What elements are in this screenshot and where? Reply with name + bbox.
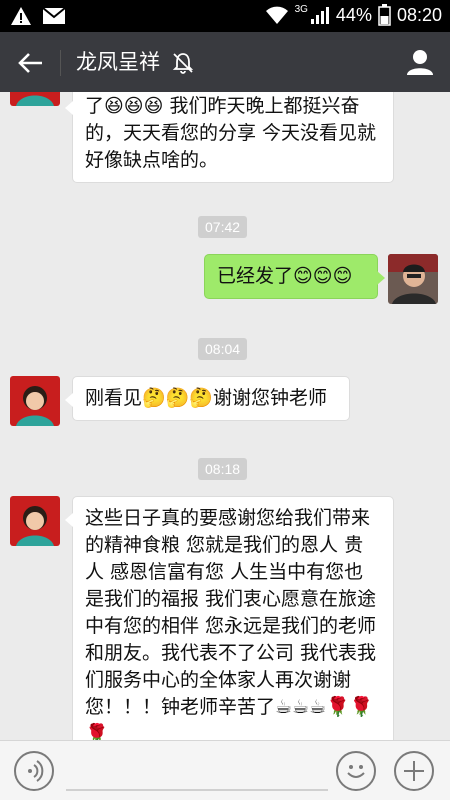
timestamp: 08:04 xyxy=(198,338,248,360)
status-bar: 3G 44% 08:20 xyxy=(0,0,450,32)
message-bubble-sent[interactable]: 已经发了😊😊😊 xyxy=(204,254,385,299)
message-bubble-received[interactable]: 刚看见🤔🤔🤔谢谢您钟老师 xyxy=(65,376,350,421)
mail-icon xyxy=(42,7,66,25)
battery-icon xyxy=(378,4,391,26)
warning-icon xyxy=(10,6,32,26)
wifi-icon xyxy=(265,5,289,25)
mute-bell-icon xyxy=(172,52,194,78)
header-divider xyxy=(60,50,61,76)
voice-icon xyxy=(28,760,44,782)
chat-title: 龙凤呈祥 xyxy=(76,50,160,74)
battery-percent: 44% xyxy=(335,4,372,25)
network-type: 3G xyxy=(294,4,308,15)
chat-header: 龙凤呈祥 xyxy=(0,32,450,92)
back-button[interactable] xyxy=(16,48,46,78)
plus-icon xyxy=(404,761,424,781)
timestamp: 08:18 xyxy=(198,458,248,480)
arrow-left-icon xyxy=(18,53,42,73)
message-bubble-received[interactable]: 这些日子真的要感谢您给我们带来的精神食粮 您就是我们的恩人 贵人 感恩信富有您 … xyxy=(65,496,394,740)
voice-button[interactable] xyxy=(14,751,54,791)
chat-info-button[interactable] xyxy=(406,48,434,80)
timestamp: 07:42 xyxy=(198,216,248,238)
smiley-icon xyxy=(347,765,365,778)
person-icon xyxy=(407,50,433,75)
more-button[interactable] xyxy=(394,751,434,791)
input-bar xyxy=(0,740,450,800)
my-avatar[interactable] xyxy=(388,254,438,304)
contact-avatar[interactable] xyxy=(10,496,60,546)
emoji-button[interactable] xyxy=(336,751,376,791)
clock: 08:20 xyxy=(396,4,442,25)
signal-icon xyxy=(310,5,330,25)
contact-avatar[interactable] xyxy=(10,92,60,106)
contact-avatar[interactable] xyxy=(10,376,60,426)
message-input[interactable] xyxy=(66,789,328,791)
message-list[interactable]: 了😆😆😆 我们昨天晚上都挺兴奋的，天天看您的分享 今天没看见就好像缺点啥的。 0… xyxy=(0,92,450,740)
message-bubble-received[interactable]: 了😆😆😆 我们昨天晚上都挺兴奋的，天天看您的分享 今天没看见就好像缺点啥的。 xyxy=(65,92,394,183)
